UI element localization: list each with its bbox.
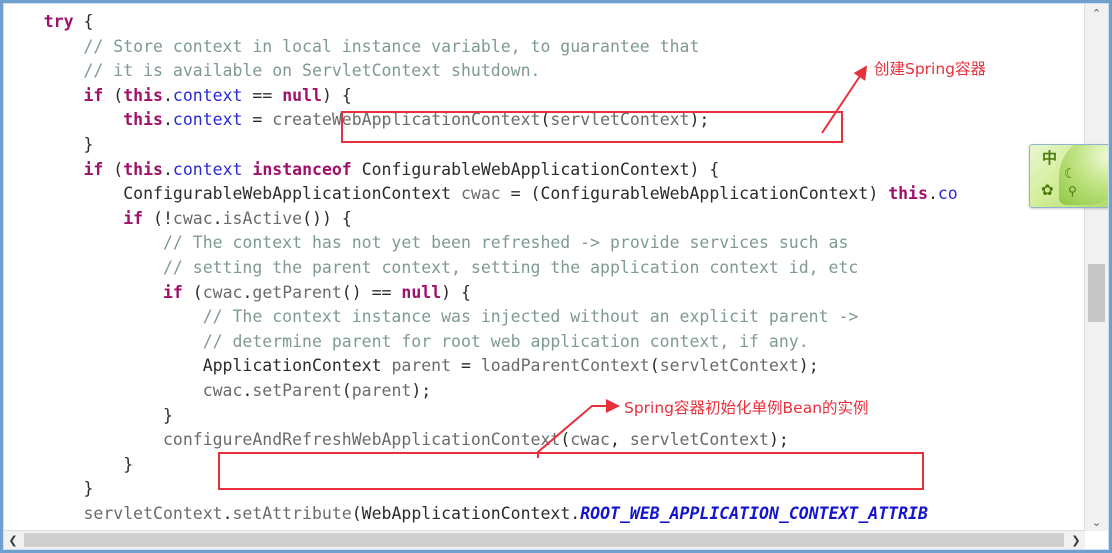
- scroll-down-arrow-icon[interactable]: ⌄: [1085, 513, 1108, 531]
- ime-tool-icon[interactable]: ⚲: [1068, 185, 1077, 197]
- scroll-left-arrow-icon[interactable]: ❮: [4, 531, 22, 549]
- code-viewer-window: try { // Store context in local instance…: [0, 0, 1112, 553]
- annotation-label-create-spring-container: 创建Spring容器: [874, 60, 987, 78]
- code-line: // determine parent for root web applica…: [202, 331, 809, 351]
- code-line: }: [162, 405, 173, 425]
- ime-language-icon[interactable]: 中: [1042, 151, 1057, 166]
- code-line: // Store context in local instance varia…: [83, 36, 700, 56]
- ime-gear-icon[interactable]: ✿: [1041, 183, 1054, 198]
- code-line: servletContext.setAttribute(WebApplicati…: [83, 503, 928, 523]
- code-line: // The context instance was injected wit…: [202, 307, 859, 327]
- code-line: }: [123, 454, 134, 474]
- code-line: if (this.context == null) {: [83, 85, 352, 105]
- code-line: configureAndRefreshWebApplicationContext…: [162, 430, 789, 450]
- code-line: if (cwac.getParent() == null) {: [162, 282, 471, 302]
- code-line: if (!cwac.isActive()) {: [123, 208, 352, 228]
- code-line: cwac.setParent(parent);: [202, 380, 432, 400]
- code-line: // setting the parent context, setting t…: [162, 257, 859, 277]
- code-pane[interactable]: try { // Store context in local instance…: [4, 4, 1085, 531]
- horizontal-scrollbar[interactable]: ❮ ❯: [4, 530, 1085, 549]
- code-line: try {: [43, 12, 94, 31]
- code-line: // The context has not yet been refreshe…: [162, 233, 849, 253]
- horizontal-scroll-thumb[interactable]: [24, 533, 1064, 547]
- scroll-up-arrow-icon[interactable]: ⌃: [1085, 4, 1108, 22]
- vertical-scrollbar[interactable]: ⌃ ⌄: [1084, 4, 1108, 531]
- code-line: ApplicationContext parent = loadParentCo…: [202, 356, 819, 376]
- code-line: this.context = createWebApplicationConte…: [123, 110, 710, 130]
- code-line: if (this.context instanceof Configurable…: [83, 159, 720, 179]
- ime-moon-icon[interactable]: ☾: [1064, 167, 1077, 181]
- code-line: ConfigurableWebApplicationContext cwac =…: [123, 184, 958, 204]
- code-surface[interactable]: try { // Store context in local instance…: [4, 4, 1085, 531]
- scroll-right-arrow-icon[interactable]: ❯: [1067, 531, 1085, 549]
- vertical-scroll-thumb[interactable]: [1088, 264, 1105, 322]
- ime-floating-toolbar[interactable]: 中 ☾ ✿ ⚲: [1029, 144, 1112, 208]
- code-line: }: [83, 479, 94, 499]
- code-line: }: [83, 134, 94, 154]
- annotation-label-init-singleton-beans: Spring容器初始化单例Bean的实例: [624, 399, 869, 417]
